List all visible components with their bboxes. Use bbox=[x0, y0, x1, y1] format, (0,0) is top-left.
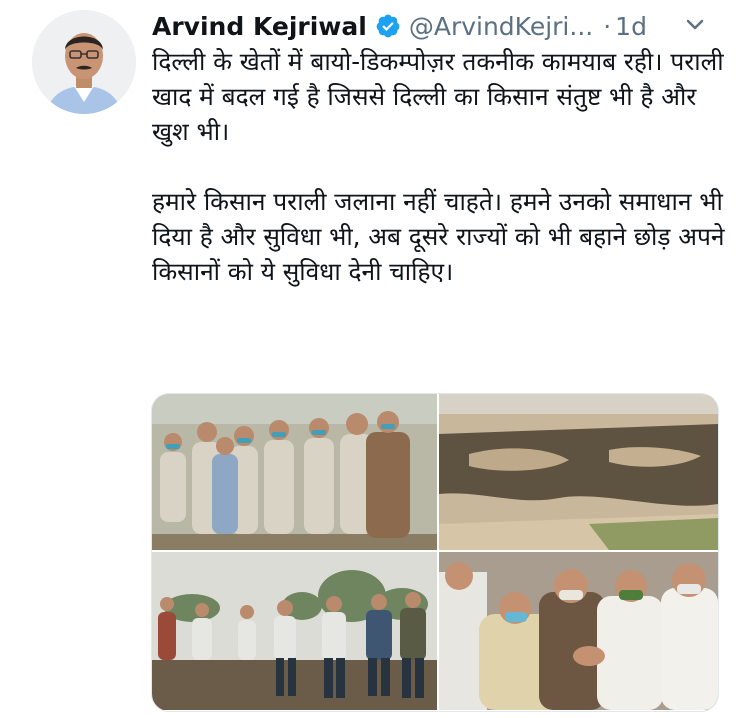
author-handle[interactable]: @ArvindKejri... bbox=[409, 12, 593, 41]
media-photo-2[interactable] bbox=[439, 394, 718, 550]
media-photo-1[interactable] bbox=[152, 394, 437, 550]
media-photo-3[interactable] bbox=[152, 552, 437, 710]
tweet-header: Arvind Kejriwal @ArvindKejri... · 1d bbox=[152, 8, 722, 44]
verified-badge-icon bbox=[375, 13, 401, 39]
media-photo-4[interactable] bbox=[439, 552, 718, 710]
tweet-paragraph: दिल्ली के खेतों में बायो-डिकम्पोज़र तकनी… bbox=[152, 47, 724, 146]
chevron-down-icon[interactable] bbox=[680, 10, 710, 40]
separator: · bbox=[603, 11, 612, 41]
tweet[interactable]: Arvind Kejriwal @ArvindKejri... · 1d दिल… bbox=[0, 0, 750, 718]
avatar[interactable] bbox=[32, 10, 136, 114]
timestamp[interactable]: 1d bbox=[615, 12, 647, 41]
tweet-text: दिल्ली के खेतों में बायो-डिकम्पोज़र तकनी… bbox=[152, 44, 727, 289]
media-grid bbox=[151, 393, 719, 712]
tweet-paragraph: हमारे किसान पराली जलाना नहीं चाहते। हमने… bbox=[152, 187, 725, 286]
author-name[interactable]: Arvind Kejriwal bbox=[152, 12, 367, 41]
